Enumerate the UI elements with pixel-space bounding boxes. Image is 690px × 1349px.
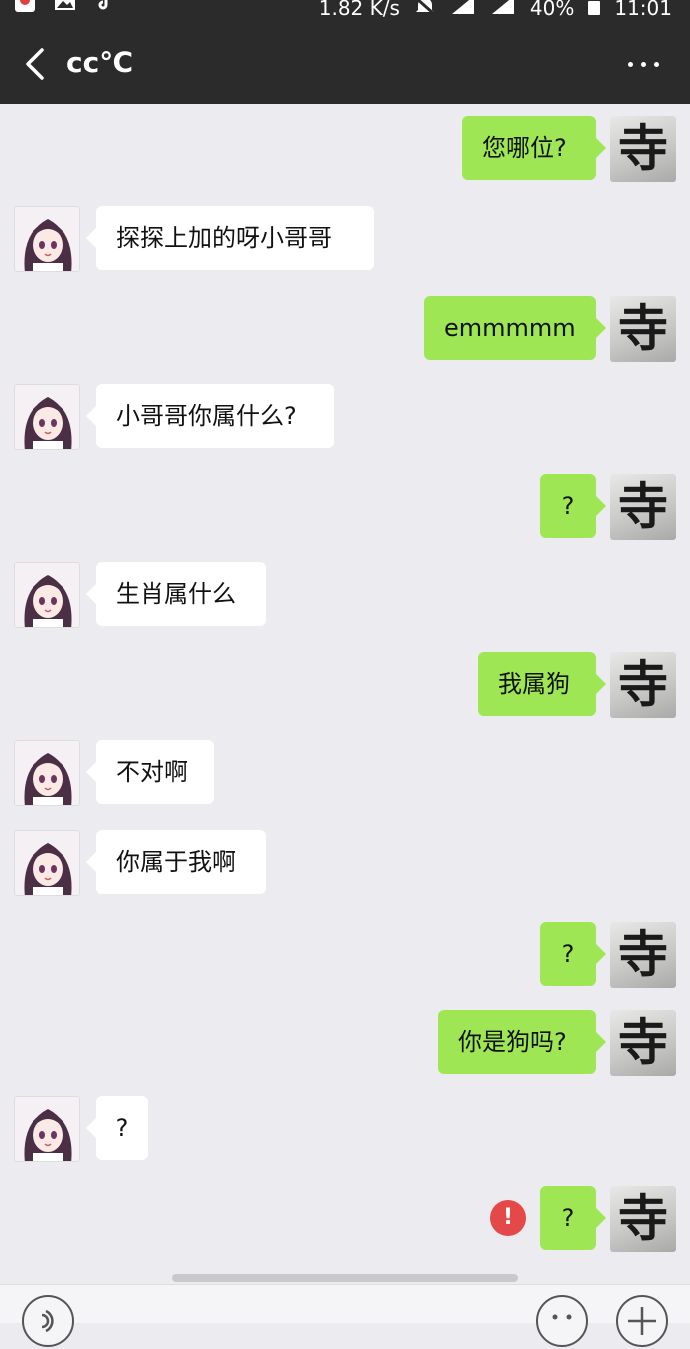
battery-icon xyxy=(588,1,601,15)
title-bar: cc℃ xyxy=(0,22,690,104)
message-bubble[interactable]: 探探上加的呀小哥哥 xyxy=(86,206,374,270)
outgoing-message: 寺您哪位? xyxy=(0,116,690,186)
message-bubble[interactable]: 你属于我啊 xyxy=(86,830,266,894)
battery-percent: 40% xyxy=(529,0,575,20)
tiktok-icon xyxy=(94,0,116,14)
chat-area[interactable]: 寺您哪位? 探探上加的呀小哥哥寺 emmmmm 小哥哥你属什么? 寺? 生肖属什么寺我属狗… xyxy=(0,104,690,1282)
outgoing-message: 寺? xyxy=(0,922,690,992)
message-bubble[interactable]: 不对啊 xyxy=(86,740,214,804)
mute-icon xyxy=(414,0,436,20)
message-bubble[interactable]: ? xyxy=(540,922,606,986)
emoji-icon xyxy=(552,1314,572,1320)
message-bubble[interactable]: 你是狗吗? xyxy=(438,1010,606,1074)
incoming-message: 你属于我啊 xyxy=(0,830,690,900)
contact-avatar[interactable] xyxy=(14,740,80,806)
contact-avatar[interactable] xyxy=(14,562,80,628)
more-button[interactable] xyxy=(624,48,664,78)
incoming-message: 不对啊 xyxy=(0,740,690,810)
status-indicators: 1.82 K/s 40% 11:01 xyxy=(319,0,672,20)
status-bar: 1.82 K/s 40% 11:01 xyxy=(0,0,690,22)
message-bubble[interactable]: ? xyxy=(540,474,606,538)
message-bubble[interactable]: 小哥哥你属什么? xyxy=(86,384,334,448)
scrollbar[interactable] xyxy=(172,1274,518,1282)
self-avatar[interactable]: 寺 xyxy=(610,116,676,182)
self-avatar-glyph: 寺 xyxy=(618,1013,668,1072)
incoming-message: 小哥哥你属什么? xyxy=(0,384,690,454)
self-avatar[interactable]: 寺 xyxy=(610,652,676,718)
self-avatar[interactable]: 寺 xyxy=(610,296,676,362)
self-avatar-glyph: 寺 xyxy=(618,1189,668,1248)
add-button[interactable] xyxy=(616,1295,668,1347)
map-app-icon xyxy=(14,0,36,14)
outgoing-message: 寺? xyxy=(0,474,690,544)
contact-avatar[interactable] xyxy=(14,384,80,450)
signal-icon xyxy=(450,0,476,20)
emoji-button[interactable] xyxy=(536,1295,588,1347)
incoming-message: 探探上加的呀小哥哥 xyxy=(0,206,690,276)
self-avatar-glyph: 寺 xyxy=(618,655,668,714)
outgoing-message: 寺 emmmmm xyxy=(0,296,690,366)
more-icon-dot xyxy=(654,62,659,67)
message-bubble[interactable]: emmmmm xyxy=(424,296,606,360)
back-button[interactable] xyxy=(20,46,50,82)
outgoing-message: 寺我属狗 xyxy=(0,652,690,722)
status-notification-icons xyxy=(14,0,116,14)
contact-avatar[interactable] xyxy=(14,1096,80,1162)
clock: 11:01 xyxy=(614,0,672,20)
voice-icon xyxy=(41,1309,54,1333)
self-avatar[interactable]: 寺 xyxy=(610,1010,676,1076)
incoming-message: 生肖属什么 xyxy=(0,562,690,632)
message-bubble[interactable]: ? xyxy=(540,1186,606,1250)
self-avatar[interactable]: 寺 xyxy=(610,1186,676,1252)
contact-avatar[interactable] xyxy=(14,206,80,272)
self-avatar[interactable]: 寺 xyxy=(610,474,676,540)
chat-title: cc℃ xyxy=(66,46,134,79)
chevron-left-icon xyxy=(26,48,44,80)
self-avatar-glyph: 寺 xyxy=(618,299,668,358)
contact-avatar[interactable] xyxy=(14,830,80,896)
self-avatar-glyph: 寺 xyxy=(618,925,668,984)
gallery-icon xyxy=(54,0,76,14)
outgoing-message: 寺?! xyxy=(0,1186,690,1256)
add-icon xyxy=(628,1307,656,1335)
self-avatar-glyph: 寺 xyxy=(618,477,668,536)
network-speed: 1.82 K/s xyxy=(318,0,400,20)
input-toolbar xyxy=(0,1284,690,1347)
voice-button[interactable] xyxy=(22,1295,74,1347)
more-icon-dot xyxy=(641,62,646,67)
message-bubble[interactable]: ? xyxy=(86,1096,148,1160)
more-icon-dot xyxy=(628,62,633,67)
signal-icon-2 xyxy=(490,0,516,20)
self-avatar[interactable]: 寺 xyxy=(610,922,676,988)
send-failed-icon[interactable]: ! xyxy=(490,1200,526,1236)
self-avatar-glyph: 寺 xyxy=(618,119,668,178)
message-bubble[interactable]: 您哪位? xyxy=(462,116,606,180)
incoming-message: ? xyxy=(0,1096,690,1166)
message-bubble[interactable]: 生肖属什么 xyxy=(86,562,266,626)
outgoing-message: 寺你是狗吗? xyxy=(0,1010,690,1080)
message-bubble[interactable]: 我属狗 xyxy=(478,652,606,716)
